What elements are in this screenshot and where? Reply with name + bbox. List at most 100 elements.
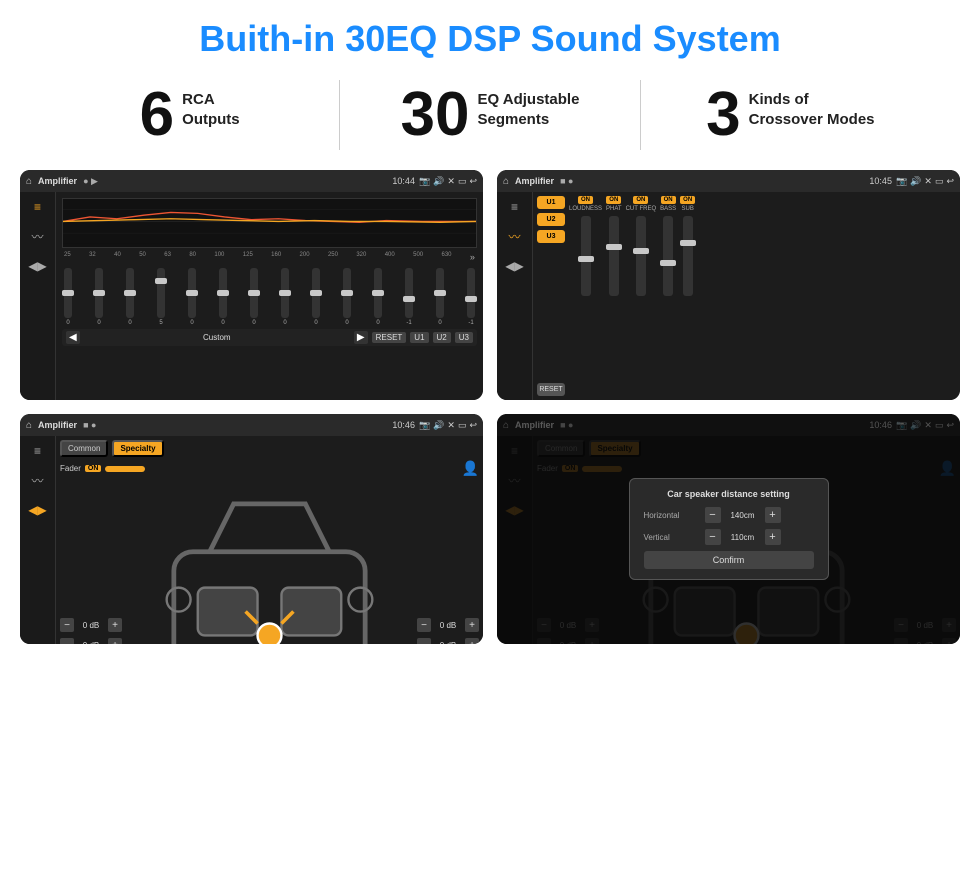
fader-back-icon[interactable]: ↩ — [469, 420, 477, 431]
amp-camera-icon[interactable]: 📷 — [896, 176, 907, 187]
fader-screen: ⌂ Amplifier ■ ● 10:46 📷 🔊 ✕ ▭ ↩ ≡ 〰 ◀▶ — [20, 414, 483, 644]
amp-screen-content: ≡ 〰 ◀▶ U1 U2 U3 RESET ON LO — [497, 192, 960, 400]
amp-phat-track[interactable] — [609, 216, 619, 296]
fader-person-icon[interactable]: 👤 — [462, 460, 479, 477]
eq-play-btn[interactable]: ▶ — [354, 331, 368, 344]
eq-topbar-title: Amplifier — [38, 176, 77, 186]
fader-volume-icon[interactable]: 🔊 — [433, 420, 444, 431]
amp-bass-track[interactable] — [663, 216, 673, 296]
fader-camera-icon[interactable]: 📷 — [419, 420, 430, 431]
eq-slider-9[interactable]: 0 — [312, 268, 320, 326]
screens-grid: ⌂ Amplifier ● ▶ 10:44 📷 🔊 ✕ ▭ ↩ ≡ 〰 ◀ — [0, 164, 980, 654]
amp-sidebar-vol-btn[interactable]: ◀▶ — [505, 259, 523, 273]
fader-tab-common[interactable]: Common — [60, 440, 108, 457]
amp-minimize-icon[interactable]: ▭ — [935, 176, 944, 187]
spk-rl-val: 0 dB — [77, 641, 105, 644]
spk-rr-minus[interactable]: − — [417, 638, 431, 644]
spk-rl-minus[interactable]: − — [60, 638, 74, 644]
modal-horizontal-label: Horizontal — [644, 511, 699, 520]
amp-u2-btn[interactable]: U2 — [537, 213, 565, 226]
freq-200: 200 — [300, 252, 310, 262]
amp-sidebar-wave-btn[interactable]: 〰 — [508, 228, 520, 245]
eq-reset-btn[interactable]: RESET — [372, 332, 407, 343]
eq-slider-10[interactable]: 0 — [343, 268, 351, 326]
stat-eq: 30 EQ AdjustableSegments — [360, 84, 619, 146]
spk-fl-plus[interactable]: + — [108, 618, 122, 632]
eq-u2-btn[interactable]: U2 — [433, 332, 451, 343]
modal-horizontal-minus[interactable]: − — [705, 507, 721, 523]
freq-400: 400 — [385, 252, 395, 262]
volume-icon[interactable]: 🔊 — [433, 176, 444, 187]
close-icon[interactable]: ✕ — [447, 176, 455, 187]
eq-slider-4[interactable]: 5 — [157, 268, 165, 326]
eq-freq-labels: 25 32 40 50 63 80 100 125 160 200 250 32… — [62, 251, 477, 263]
eq-slider-13[interactable]: 0 — [436, 268, 444, 326]
spk-rr-plus[interactable]: + — [465, 638, 479, 644]
amp-back-icon[interactable]: ↩ — [946, 176, 954, 187]
eq-slider-2[interactable]: 0 — [95, 268, 103, 326]
dist-screen: ⌂ Amplifier ■ ● 10:46 📷 🔊 ✕ ▭ ↩ ≡ 〰 ◀▶ — [497, 414, 960, 644]
amp-reset-btn[interactable]: RESET — [537, 383, 565, 396]
spk-rl-plus[interactable]: + — [108, 638, 122, 644]
amp-topbar: ⌂ Amplifier ■ ● 10:45 📷 🔊 ✕ ▭ ↩ — [497, 170, 960, 192]
fader-tab-specialty[interactable]: Specialty — [112, 440, 163, 457]
eq-slider-6[interactable]: 0 — [219, 268, 227, 326]
fader-sidebar-wave-btn[interactable]: 〰 — [31, 472, 43, 489]
eq-slider-8[interactable]: 0 — [281, 268, 289, 326]
amp-loudness-track[interactable] — [581, 216, 591, 296]
modal-vertical-row: Vertical − 110cm + — [644, 529, 814, 545]
eq-u3-btn[interactable]: U3 — [455, 332, 473, 343]
eq-slider-7[interactable]: 0 — [250, 268, 258, 326]
amp-topbar-controls: 📷 🔊 ✕ ▭ ↩ — [896, 176, 954, 187]
eq-sidebar-vol-btn[interactable]: ◀▶ — [28, 259, 46, 273]
amp-home-icon[interactable]: ⌂ — [503, 176, 509, 187]
eq-screen-content: ≡ 〰 ◀▶ — [20, 192, 483, 400]
amp-cutfreq-on: ON — [633, 196, 648, 204]
stat-rca: 6 RCAOutputs — [60, 84, 319, 146]
fader-topbar-title: Amplifier — [38, 420, 77, 430]
fader-minimize-icon[interactable]: ▭ — [458, 420, 467, 431]
fader-home-icon[interactable]: ⌂ — [26, 420, 32, 431]
back-icon[interactable]: ↩ — [469, 176, 477, 187]
camera-icon[interactable]: 📷 — [419, 176, 430, 187]
modal-title: Car speaker distance setting — [644, 489, 814, 499]
fader-sidebar-eq-btn[interactable]: ≡ — [34, 444, 41, 458]
stat-eq-label: EQ AdjustableSegments — [477, 84, 579, 129]
eq-slider-11[interactable]: 0 — [374, 268, 382, 326]
amp-loudness-col: ON LOUDNESS — [569, 196, 602, 396]
fader-close-icon[interactable]: ✕ — [447, 420, 455, 431]
fader-mini-slider[interactable] — [105, 466, 145, 472]
minimize-icon[interactable]: ▭ — [458, 176, 467, 187]
eq-sidebar-wave-btn[interactable]: 〰 — [31, 228, 43, 245]
amp-topbar-title: Amplifier — [515, 176, 554, 186]
spk-fl-minus[interactable]: − — [60, 618, 74, 632]
spk-fr-minus[interactable]: − — [417, 618, 431, 632]
amp-sub-track[interactable] — [683, 216, 693, 296]
eq-main-content: 25 32 40 50 63 80 100 125 160 200 250 32… — [56, 192, 483, 400]
confirm-button[interactable]: Confirm — [644, 551, 814, 569]
home-icon[interactable]: ⌂ — [26, 176, 32, 187]
eq-slider-3[interactable]: 0 — [126, 268, 134, 326]
amp-u1-btn[interactable]: U1 — [537, 196, 565, 209]
eq-slider-5[interactable]: 0 — [188, 268, 196, 326]
eq-topbar: ⌂ Amplifier ● ▶ 10:44 📷 🔊 ✕ ▭ ↩ — [20, 170, 483, 192]
spk-fr-plus[interactable]: + — [465, 618, 479, 632]
amp-u3-btn[interactable]: U3 — [537, 230, 565, 243]
amp-sidebar-eq-btn[interactable]: ≡ — [511, 200, 518, 214]
eq-slider-1[interactable]: 0 — [64, 268, 72, 326]
eq-slider-12[interactable]: -1 — [405, 268, 413, 326]
modal-vertical-plus[interactable]: + — [765, 529, 781, 545]
eq-prev-btn[interactable]: ◀ — [66, 331, 80, 344]
modal-vertical-minus[interactable]: − — [705, 529, 721, 545]
eq-topbar-dots: ● ▶ — [83, 176, 98, 187]
eq-screen: ⌂ Amplifier ● ▶ 10:44 📷 🔊 ✕ ▭ ↩ ≡ 〰 ◀ — [20, 170, 483, 400]
eq-u1-btn[interactable]: U1 — [410, 332, 428, 343]
amp-close-icon[interactable]: ✕ — [924, 176, 932, 187]
amp-cutfreq-track[interactable] — [636, 216, 646, 296]
eq-more-icon[interactable]: » — [470, 252, 475, 262]
eq-sidebar-eq-btn[interactable]: ≡ — [34, 200, 41, 214]
modal-horizontal-plus[interactable]: + — [765, 507, 781, 523]
amp-volume-icon[interactable]: 🔊 — [910, 176, 921, 187]
eq-slider-14[interactable]: -1 — [467, 268, 475, 326]
fader-sidebar-vol-btn[interactable]: ◀▶ — [28, 503, 46, 517]
